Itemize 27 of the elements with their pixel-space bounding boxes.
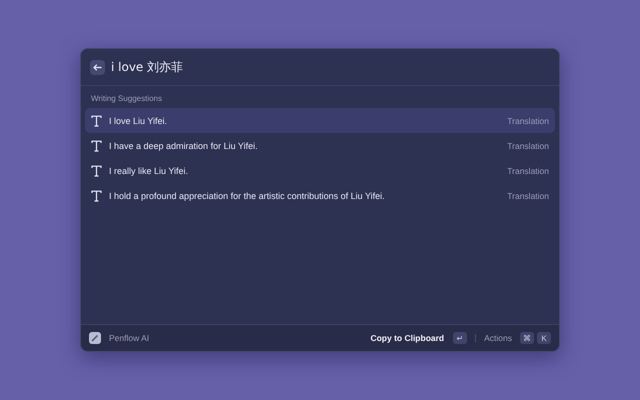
suggestion-item[interactable]: I really like Liu Yifei. Translation [85, 158, 555, 183]
suggestion-tag: Translation [507, 190, 549, 200]
suggestion-tag: Translation [507, 116, 549, 126]
section-title: Writing Suggestions [90, 93, 163, 105]
suggestion-item[interactable]: I have a deep admiration for Liu Yifei. Translation [85, 133, 555, 158]
shortcut-key: K [537, 332, 551, 344]
suggestion-tag: Translation [507, 140, 549, 150]
text-icon [91, 164, 102, 176]
suggestion-tag: Translation [507, 166, 549, 176]
pen-logo-icon [89, 332, 101, 344]
search-field[interactable]: i love 刘亦菲 [111, 60, 411, 74]
text-icon [91, 190, 102, 202]
back-arrow-icon [93, 64, 102, 70]
shortcut-key: ⌘ [520, 332, 534, 344]
actions-label[interactable]: Actions [484, 333, 512, 343]
suggestion-item[interactable]: I hold a profound appreciation for the artistic contributions of Liu Yifei. Translation [85, 183, 555, 208]
copy-action-label[interactable]: Copy to Clipboard [370, 333, 444, 343]
app-name: Penflow AI [109, 333, 150, 343]
suggestion-text: I have a deep admiration for Liu Yifei. [109, 140, 259, 150]
enter-key: ↵ [453, 332, 468, 344]
back-button[interactable] [90, 60, 105, 74]
text-icon [91, 140, 102, 152]
suggestion-text: I really like Liu Yifei. [109, 166, 190, 176]
suggestion-item[interactable]: I love Liu Yifei. Translation [85, 108, 555, 133]
suggestion-text: I hold a profound appreciation for the artistic contributions of Liu Yifei. [109, 190, 386, 200]
text-icon [91, 114, 102, 126]
suggestion-text: I love Liu Yifei. [109, 116, 168, 126]
